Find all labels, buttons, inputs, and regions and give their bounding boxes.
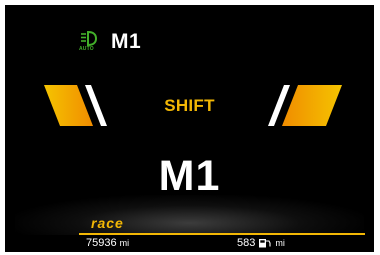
cluster-display: AUTO M1 SHIFT M1 race 75936 mi 583 mi <box>5 5 374 252</box>
auto-headlamp-icon: AUTO <box>79 30 101 54</box>
drive-mode-underline <box>79 233 365 235</box>
mode-glow <box>15 195 364 235</box>
shift-label: SHIFT <box>164 96 215 115</box>
fuel-pump-icon <box>259 239 271 248</box>
fuel-range: 583 mi <box>237 237 285 249</box>
odometer-value: 75936 <box>86 237 117 249</box>
status-bar: AUTO M1 <box>79 29 141 55</box>
odometer: 75936 mi <box>86 237 129 249</box>
current-gear: M1 <box>158 152 221 200</box>
drive-mode-label: race <box>91 215 124 231</box>
auto-label: AUTO <box>79 46 94 52</box>
range-unit: mi <box>275 238 285 248</box>
range-value: 583 <box>237 237 256 249</box>
status-gear-indicator: M1 <box>111 30 142 53</box>
odometer-unit: mi <box>119 238 130 248</box>
